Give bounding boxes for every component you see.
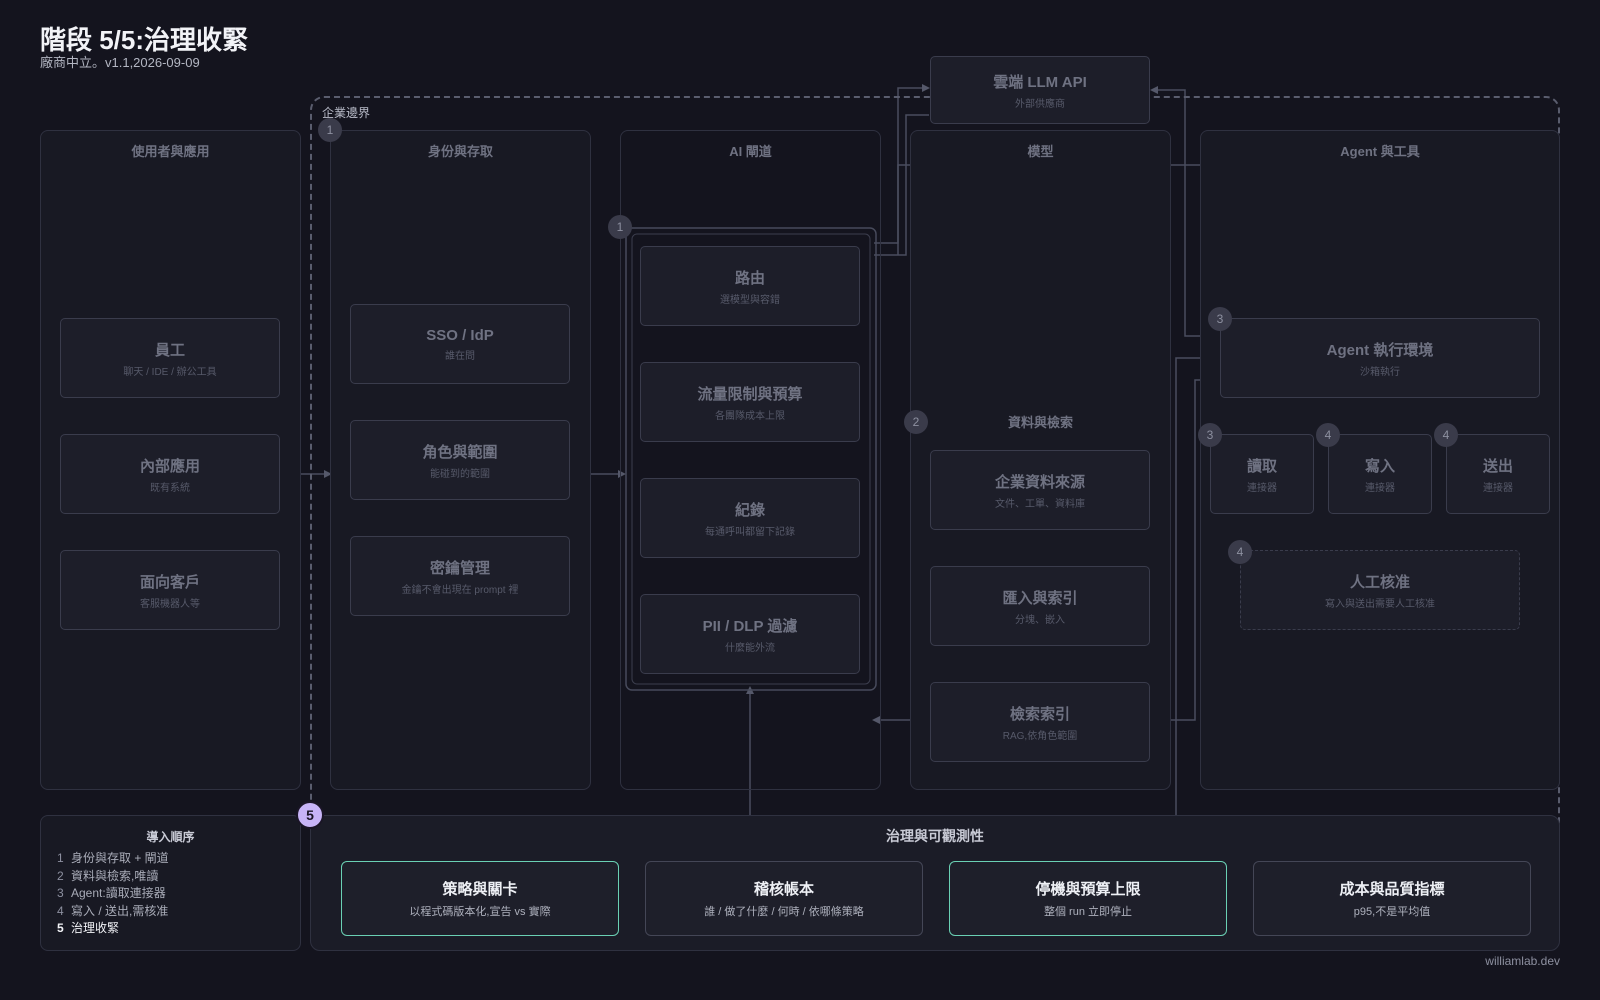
column-gateway: AI 閘道: [620, 130, 881, 790]
employee-sub: 聊天 / IDE / 辦公工具: [123, 366, 217, 378]
routing-box[interactable]: 路由 選模型與容錯: [640, 246, 860, 326]
roles-scopes-title: 角色與範圍: [422, 443, 498, 461]
column-agents-title: Agent 與工具: [1340, 144, 1420, 159]
agent-runtime-sub: 沙箱執行: [1360, 366, 1400, 378]
kill-switch-budget-card[interactable]: 停機與預算上限 整個 run 立即停止: [949, 861, 1227, 936]
policy-gates-card[interactable]: 策略與關卡 以程式碼版本化,宣告 vs 實際: [341, 861, 619, 936]
governance-title: 治理與可觀測性: [886, 828, 984, 844]
rate-limit-title: 流量限制與預算: [697, 385, 803, 403]
logging-title: 紀錄: [734, 501, 765, 519]
secrets-sub: 金鑰不會出現在 prompt 裡: [401, 584, 519, 596]
legend-list: 1 身份與存取 + 閘道 2 資料與檢索,唯讀 3 Agent:讀取連接器 4 寫入 /…: [57, 850, 169, 938]
audit-ledger-card[interactable]: 稽核帳本 誰 / 做了什麼 / 何時 / 依哪條策略: [645, 861, 923, 936]
column-users-title: 使用者與應用: [131, 144, 210, 159]
pii-dlp-box[interactable]: PII / DLP 過濾 什麼能外流: [640, 594, 860, 674]
write-connector-box[interactable]: 寫入 連接器: [1328, 434, 1432, 514]
send-connector-box[interactable]: 送出 連接器: [1446, 434, 1550, 514]
kill-switch-sub: 整個 run 立即停止: [1043, 906, 1132, 918]
data-retrieval-heading: 資料與檢索: [1007, 415, 1073, 430]
customer-facing-title: 面向客戶: [139, 573, 200, 591]
cloud-llm-sub: 外部供應商: [1015, 98, 1065, 110]
legend-item-current: 5 治理收緊: [57, 921, 120, 935]
cloud-llm-title: 雲端 LLM API: [993, 73, 1087, 91]
agent-runtime-title: Agent 執行環境: [1326, 341, 1434, 359]
credit-text: williamlab.dev: [1485, 954, 1560, 968]
column-gateway-title: AI 閘道: [729, 144, 772, 159]
employee-title: 員工: [154, 341, 185, 359]
step-badge-send: 4: [1434, 423, 1458, 447]
legend-item: 1 身份與存取 + 閘道: [57, 851, 169, 865]
agent-runtime-box[interactable]: Agent 執行環境 沙箱執行: [1220, 318, 1540, 398]
kill-switch-title: 停機與預算上限: [1035, 881, 1141, 898]
step-badge-gateway: 1: [608, 215, 632, 239]
data-sources-sub: 文件、工單、資料庫: [995, 498, 1085, 510]
internal-apps-sub: 既有系統: [150, 482, 190, 494]
write-connector-title: 寫入: [1364, 457, 1395, 475]
human-approval-box[interactable]: 人工核准 寫入與送出需要人工核准: [1240, 550, 1520, 630]
roles-scopes-box[interactable]: 角色與範圍 能碰到的範圍: [350, 420, 570, 500]
retrieval-index-box[interactable]: 檢索索引 RAG,依角色範圍: [930, 682, 1150, 762]
internal-apps-box[interactable]: 內部應用 既有系統: [60, 434, 280, 514]
routing-sub: 選模型與容錯: [720, 294, 780, 306]
column-identity-title: 身份與存取: [427, 144, 493, 159]
policy-gates-sub: 以程式碼版本化,宣告 vs 實際: [409, 906, 551, 918]
ingest-index-box[interactable]: 匯入與索引 分塊、嵌入: [930, 566, 1150, 646]
pii-dlp-title: PII / DLP 過濾: [702, 617, 798, 635]
read-connector-box[interactable]: 讀取 連接器: [1210, 434, 1314, 514]
logging-box[interactable]: 紀錄 每通呼叫都留下記錄: [640, 478, 860, 558]
rollout-order-legend: 導入順序 1 身份與存取 + 閘道 2 資料與檢索,唯讀 3 Agent:讀取連接器 …: [40, 815, 301, 951]
column-models-title: 模型: [1027, 144, 1054, 159]
governance-panel: 治理與可觀測性 策略與關卡 以程式碼版本化,宣告 vs 實際 稽核帳本 誰 / …: [310, 815, 1560, 951]
human-approval-sub: 寫入與送出需要人工核准: [1325, 598, 1435, 610]
read-connector-sub: 連接器: [1247, 482, 1277, 494]
routing-title: 路由: [734, 269, 765, 287]
audit-ledger-title: 稽核帳本: [753, 881, 814, 898]
secrets-box[interactable]: 密鑰管理 金鑰不會出現在 prompt 裡: [350, 536, 570, 616]
legend-item: 2 資料與檢索,唯讀: [57, 868, 159, 883]
employee-box[interactable]: 員工 聊天 / IDE / 辦公工具: [60, 318, 280, 398]
step-badge-write: 4: [1316, 423, 1340, 447]
cloud-llm-api[interactable]: 雲端 LLM API 外部供應商: [930, 56, 1150, 124]
sso-idp-box[interactable]: SSO / IdP 誰在問: [350, 304, 570, 384]
ingest-index-sub: 分塊、嵌入: [1015, 614, 1065, 626]
data-sources-title: 企業資料來源: [994, 473, 1085, 491]
sso-idp-sub: 誰在問: [445, 350, 475, 362]
send-connector-title: 送出: [1482, 457, 1513, 475]
step-badge-agent-runtime: 3: [1208, 307, 1232, 331]
sso-idp-title: SSO / IdP: [426, 326, 494, 344]
metrics-sub: p95,不是平均值: [1353, 906, 1431, 918]
retrieval-index-sub: RAG,依角色範圍: [1002, 730, 1078, 742]
rate-limit-budget-box[interactable]: 流量限制與預算 各團隊成本上限: [640, 362, 860, 442]
step-badge-identity: 1: [318, 118, 342, 142]
policy-gates-title: 策略與關卡: [442, 881, 518, 898]
secrets-title: 密鑰管理: [429, 559, 490, 577]
legend-item: 4 寫入 / 送出,需核准: [57, 903, 169, 918]
roles-scopes-sub: 能碰到的範圍: [430, 468, 490, 480]
pii-dlp-sub: 什麼能外流: [725, 642, 775, 654]
ingest-index-title: 匯入與索引: [1002, 589, 1078, 607]
send-connector-sub: 連接器: [1483, 482, 1513, 494]
customer-facing-sub: 客服機器人等: [140, 598, 200, 610]
page-subtitle: 廠商中立。v1.1,2026-09-09: [40, 55, 200, 70]
enterprise-data-sources-box[interactable]: 企業資料來源 文件、工單、資料庫: [930, 450, 1150, 530]
step-badge-governance: 5: [296, 801, 324, 829]
human-approval-title: 人工核准: [1349, 573, 1410, 591]
step-badge-read: 3: [1198, 423, 1222, 447]
customer-facing-box[interactable]: 面向客戶 客服機器人等: [60, 550, 280, 630]
cost-quality-metrics-card[interactable]: 成本與品質指標 p95,不是平均值: [1253, 861, 1531, 936]
legend-item: 3 Agent:讀取連接器: [57, 886, 166, 900]
metrics-title: 成本與品質指標: [1339, 881, 1445, 898]
write-connector-sub: 連接器: [1365, 482, 1395, 494]
legend-title: 導入順序: [146, 830, 195, 844]
audit-ledger-sub: 誰 / 做了什麼 / 何時 / 依哪條策略: [704, 906, 864, 918]
internal-apps-title: 內部應用: [139, 457, 200, 475]
rate-limit-sub: 各團隊成本上限: [715, 410, 785, 422]
logging-sub: 每通呼叫都留下記錄: [705, 526, 795, 538]
read-connector-title: 讀取: [1246, 457, 1277, 475]
retrieval-index-title: 檢索索引: [1009, 705, 1070, 723]
step-badge-approval: 4: [1228, 540, 1252, 564]
